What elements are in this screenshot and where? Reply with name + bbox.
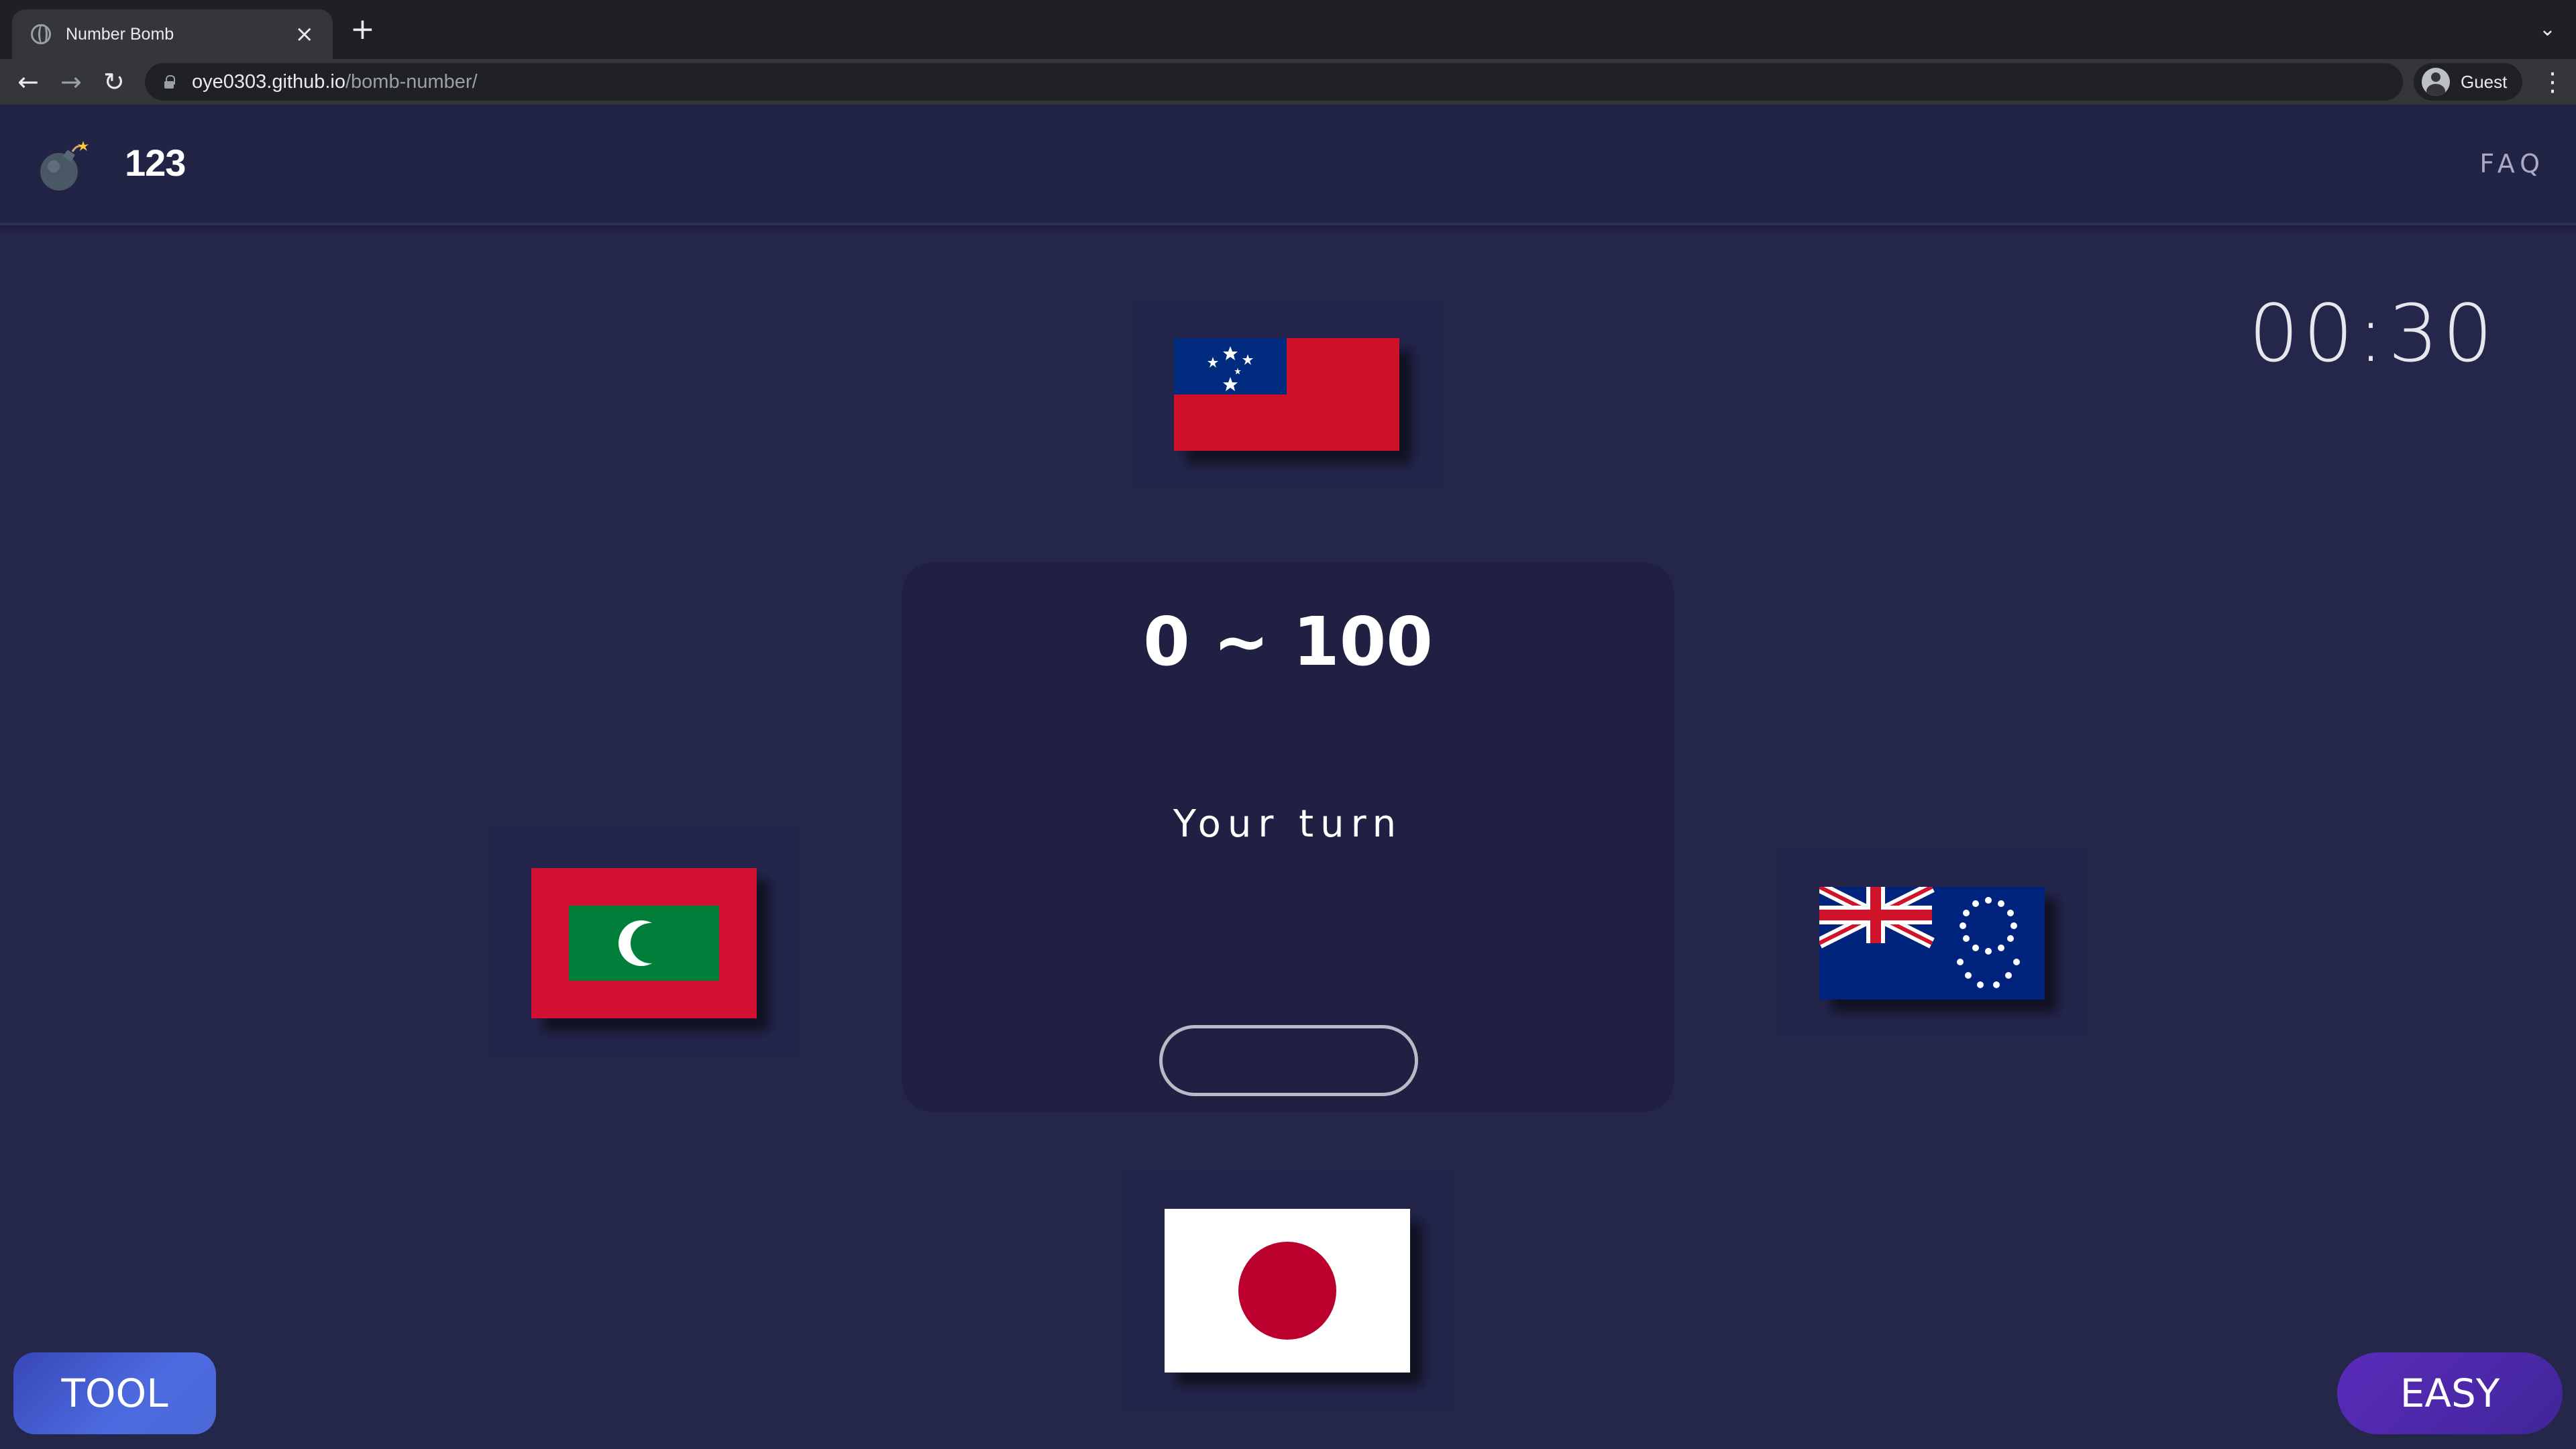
forward-icon[interactable]: →: [60, 66, 82, 98]
game-board: 0 ~ 100 Your turn: [902, 562, 1674, 1112]
avatar-icon: [2422, 68, 2450, 96]
maldives-flag-icon: [531, 868, 757, 1018]
player-right-card: [1778, 847, 2086, 1038]
guess-input[interactable]: [1159, 1025, 1418, 1096]
profile-label: Guest: [2461, 71, 2508, 92]
cook-islands-flag-icon: [1819, 887, 2045, 1000]
new-tab-button[interactable]: +: [350, 15, 375, 44]
player-left-card: [490, 826, 798, 1057]
browser-menu-icon[interactable]: ⋮: [2540, 66, 2565, 98]
browser-toolbar: ← → ↻ oye0303.github.io/bomb-number/ Gue…: [0, 59, 2576, 105]
japan-flag-icon: [1165, 1209, 1410, 1373]
browser-tab-strip: Number Bomb × + ⌄: [0, 0, 2576, 59]
url-text[interactable]: oye0303.github.io/bomb-number/: [192, 71, 478, 93]
tab-list-chevron-icon[interactable]: ⌄: [2539, 17, 2556, 41]
game-page: 123 FAQ 00:30 0 ~ 100 Your turn TOOL EAS…: [0, 105, 2576, 1449]
bomb-icon[interactable]: [35, 138, 91, 195]
turn-indicator: Your turn: [1173, 802, 1403, 846]
countdown-timer: 00:30: [2249, 287, 2498, 380]
difficulty-button[interactable]: EASY: [2337, 1352, 2563, 1434]
address-bar[interactable]: oye0303.github.io/bomb-number/: [145, 63, 2403, 101]
url-path: /bomb-number/: [345, 70, 478, 93]
player-bottom-card: [1120, 1169, 1456, 1411]
tool-button[interactable]: TOOL: [13, 1352, 216, 1434]
globe-icon: [31, 24, 51, 44]
lock-icon[interactable]: [164, 75, 175, 89]
reload-icon[interactable]: ↻: [103, 66, 125, 98]
close-tab-icon[interactable]: ×: [295, 23, 315, 46]
tab-title: Number Bomb: [66, 24, 174, 44]
site-header: 123 FAQ: [0, 105, 2576, 225]
url-host: oye0303.github.io: [192, 70, 345, 93]
browser-tab[interactable]: Number Bomb ×: [12, 9, 333, 59]
back-icon[interactable]: ←: [17, 66, 39, 98]
faq-link[interactable]: FAQ: [2479, 149, 2545, 178]
samoa-flag-icon: [1174, 338, 1399, 451]
number-range: 0 ~ 100: [1143, 602, 1433, 681]
player-top-card: [1134, 298, 1442, 490]
profile-button[interactable]: Guest: [2414, 63, 2522, 101]
logo-text[interactable]: 123: [125, 141, 186, 184]
